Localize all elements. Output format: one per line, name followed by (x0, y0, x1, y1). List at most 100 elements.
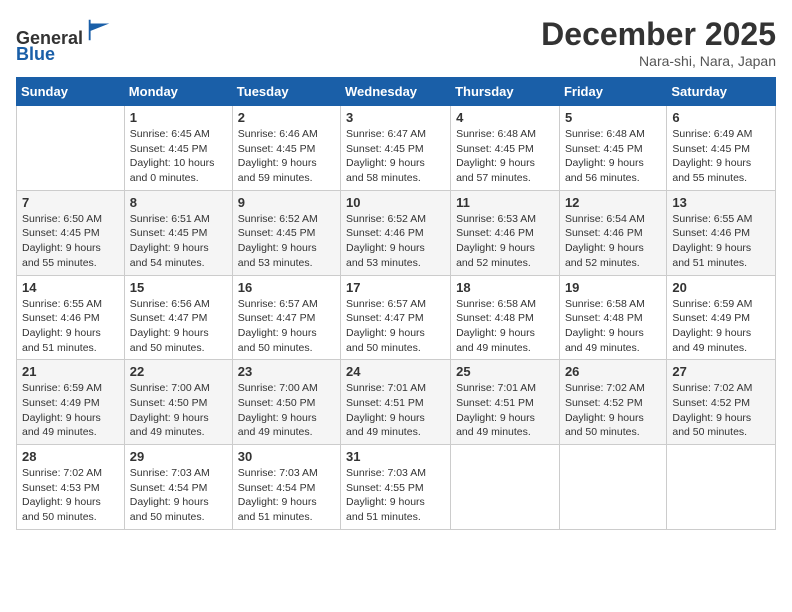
day-info: Sunrise: 7:03 AMSunset: 4:54 PMDaylight:… (130, 466, 227, 525)
day-number: 19 (565, 280, 661, 295)
day-info: Sunrise: 6:55 AMSunset: 4:46 PMDaylight:… (672, 212, 770, 271)
calendar-header-saturday: Saturday (667, 78, 776, 106)
day-info: Sunrise: 7:00 AMSunset: 4:50 PMDaylight:… (238, 381, 335, 440)
day-info: Sunrise: 6:52 AMSunset: 4:46 PMDaylight:… (346, 212, 445, 271)
calendar-cell (17, 106, 125, 191)
calendar-cell: 4Sunrise: 6:48 AMSunset: 4:45 PMDaylight… (451, 106, 560, 191)
day-info: Sunrise: 7:02 AMSunset: 4:52 PMDaylight:… (672, 381, 770, 440)
day-number: 22 (130, 364, 227, 379)
calendar-cell: 31 Sunrise: 7:03 AMSunset: 4:55 PMDayligh… (341, 445, 451, 530)
day-info: Sunrise: 6:56 AMSunset: 4:47 PMDaylight:… (130, 297, 227, 356)
calendar-cell: 25 Sunrise: 7:01 AMSunset: 4:51 PMDayligh… (451, 360, 560, 445)
day-info: Sunrise: 7:00 AMSunset: 4:50 PMDaylight:… (130, 381, 227, 440)
logo-blue: Blue (16, 44, 55, 64)
day-info: Sunrise: 6:54 AMSunset: 4:46 PMDaylight:… (565, 212, 661, 271)
calendar-header-tuesday: Tuesday (232, 78, 340, 106)
day-number: 17 (346, 280, 445, 295)
day-info: Sunrise: 7:03 AMSunset: 4:55 PMDaylight:… (346, 466, 445, 525)
day-info: Sunrise: 6:46 AMSunset: 4:45 PMDaylight:… (238, 127, 335, 186)
calendar-cell: 26 Sunrise: 7:02 AMSunset: 4:52 PMDayligh… (559, 360, 666, 445)
day-number: 26 (565, 364, 661, 379)
calendar-cell: 28 Sunrise: 7:02 AMSunset: 4:53 PMDayligh… (17, 445, 125, 530)
page-subtitle: Nara-shi, Nara, Japan (541, 53, 776, 69)
logo: General Blue (16, 16, 113, 65)
day-number: 5 (565, 110, 661, 125)
calendar-cell: 30Sunrise: 7:03 AMSunset: 4:54 PMDayligh… (232, 445, 340, 530)
day-number: 16 (238, 280, 335, 295)
calendar-cell: 6Sunrise: 6:49 AMSunset: 4:45 PMDaylight… (667, 106, 776, 191)
day-info: Sunrise: 6:57 AMSunset: 4:47 PMDaylight:… (346, 297, 445, 356)
day-number: 3 (346, 110, 445, 125)
page-header: General Blue December 2025 Nara-shi, Nar… (16, 16, 776, 69)
calendar-cell (559, 445, 666, 530)
day-info: Sunrise: 7:01 AMSunset: 4:51 PMDaylight:… (456, 381, 554, 440)
day-info: Sunrise: 6:49 AMSunset: 4:45 PMDaylight:… (672, 127, 770, 186)
day-number: 25 (456, 364, 554, 379)
calendar-cell: 29 Sunrise: 7:03 AMSunset: 4:54 PMDayligh… (124, 445, 232, 530)
calendar-cell: 3 Sunrise: 6:47 AMSunset: 4:45 PMDaylight… (341, 106, 451, 191)
day-info: Sunrise: 6:58 AMSunset: 4:48 PMDaylight:… (456, 297, 554, 356)
calendar-header-sunday: Sunday (17, 78, 125, 106)
day-number: 20 (672, 280, 770, 295)
day-number: 4 (456, 110, 554, 125)
day-number: 9 (238, 195, 335, 210)
calendar-body: 1Sunrise: 6:45 AMSunset: 4:45 PMDaylight… (17, 106, 776, 530)
day-info: Sunrise: 6:59 AMSunset: 4:49 PMDaylight:… (22, 381, 119, 440)
day-info: Sunrise: 6:47 AMSunset: 4:45 PMDaylight:… (346, 127, 445, 186)
calendar-cell: 14 Sunrise: 6:55 AMSunset: 4:46 PMDayligh… (17, 275, 125, 360)
calendar-cell: 12 Sunrise: 6:54 AMSunset: 4:46 PMDayligh… (559, 190, 666, 275)
day-number: 24 (346, 364, 445, 379)
calendar-cell: 1Sunrise: 6:45 AMSunset: 4:45 PMDaylight… (124, 106, 232, 191)
day-info: Sunrise: 7:02 AMSunset: 4:52 PMDaylight:… (565, 381, 661, 440)
day-info: Sunrise: 6:58 AMSunset: 4:48 PMDaylight:… (565, 297, 661, 356)
calendar-week-2: 7 Sunrise: 6:50 AMSunset: 4:45 PMDaylight… (17, 190, 776, 275)
day-info: Sunrise: 6:51 AMSunset: 4:45 PMDaylight:… (130, 212, 227, 271)
day-info: Sunrise: 6:59 AMSunset: 4:49 PMDaylight:… (672, 297, 770, 356)
day-number: 2 (238, 110, 335, 125)
calendar-cell: 23 Sunrise: 7:00 AMSunset: 4:50 PMDayligh… (232, 360, 340, 445)
day-info: Sunrise: 6:48 AMSunset: 4:45 PMDaylight:… (565, 127, 661, 186)
calendar-cell: 24 Sunrise: 7:01 AMSunset: 4:51 PMDayligh… (341, 360, 451, 445)
calendar-header-row: SundayMondayTuesdayWednesdayThursdayFrid… (17, 78, 776, 106)
day-info: Sunrise: 6:57 AMSunset: 4:47 PMDaylight:… (238, 297, 335, 356)
calendar-cell: 17 Sunrise: 6:57 AMSunset: 4:47 PMDayligh… (341, 275, 451, 360)
day-number: 15 (130, 280, 227, 295)
day-number: 12 (565, 195, 661, 210)
day-number: 23 (238, 364, 335, 379)
day-info: Sunrise: 7:02 AMSunset: 4:53 PMDaylight:… (22, 466, 119, 525)
day-number: 10 (346, 195, 445, 210)
calendar-table: SundayMondayTuesdayWednesdayThursdayFrid… (16, 77, 776, 530)
day-number: 28 (22, 449, 119, 464)
day-info: Sunrise: 6:52 AMSunset: 4:45 PMDaylight:… (238, 212, 335, 271)
day-number: 14 (22, 280, 119, 295)
calendar-cell: 7 Sunrise: 6:50 AMSunset: 4:45 PMDaylight… (17, 190, 125, 275)
day-number: 31 (346, 449, 445, 464)
day-info: Sunrise: 6:50 AMSunset: 4:45 PMDaylight:… (22, 212, 119, 271)
calendar-week-1: 1Sunrise: 6:45 AMSunset: 4:45 PMDaylight… (17, 106, 776, 191)
calendar-cell: 20 Sunrise: 6:59 AMSunset: 4:49 PMDayligh… (667, 275, 776, 360)
day-number: 21 (22, 364, 119, 379)
calendar-week-3: 14 Sunrise: 6:55 AMSunset: 4:46 PMDayligh… (17, 275, 776, 360)
day-info: Sunrise: 7:01 AMSunset: 4:51 PMDaylight:… (346, 381, 445, 440)
day-number: 7 (22, 195, 119, 210)
day-number: 1 (130, 110, 227, 125)
day-number: 18 (456, 280, 554, 295)
calendar-cell: 21 Sunrise: 6:59 AMSunset: 4:49 PMDayligh… (17, 360, 125, 445)
logo-flag-icon (85, 16, 113, 44)
calendar-cell: 27 Sunrise: 7:02 AMSunset: 4:52 PMDayligh… (667, 360, 776, 445)
calendar-cell: 18 Sunrise: 6:58 AMSunset: 4:48 PMDayligh… (451, 275, 560, 360)
title-block: December 2025 Nara-shi, Nara, Japan (541, 16, 776, 69)
calendar-cell (667, 445, 776, 530)
day-number: 11 (456, 195, 554, 210)
day-info: Sunrise: 6:55 AMSunset: 4:46 PMDaylight:… (22, 297, 119, 356)
calendar-cell: 10 Sunrise: 6:52 AMSunset: 4:46 PMDayligh… (341, 190, 451, 275)
calendar-cell (451, 445, 560, 530)
calendar-header-monday: Monday (124, 78, 232, 106)
day-number: 29 (130, 449, 227, 464)
calendar-week-5: 28 Sunrise: 7:02 AMSunset: 4:53 PMDayligh… (17, 445, 776, 530)
calendar-cell: 8Sunrise: 6:51 AMSunset: 4:45 PMDaylight… (124, 190, 232, 275)
day-info: Sunrise: 7:03 AMSunset: 4:54 PMDaylight:… (238, 466, 335, 525)
day-number: 27 (672, 364, 770, 379)
calendar-cell: 9 Sunrise: 6:52 AMSunset: 4:45 PMDaylight… (232, 190, 340, 275)
calendar-cell: 16 Sunrise: 6:57 AMSunset: 4:47 PMDayligh… (232, 275, 340, 360)
